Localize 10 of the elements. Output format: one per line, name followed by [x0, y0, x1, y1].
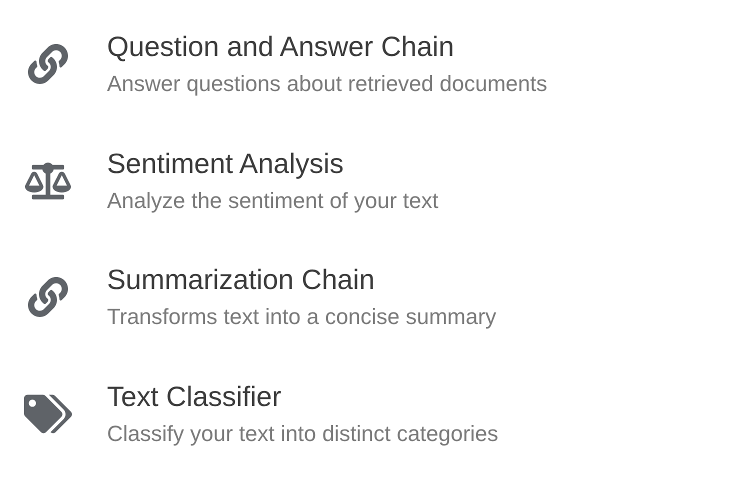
- item-description: Analyze the sentiment of your text: [107, 186, 438, 215]
- item-description: Classify your text into distinct categories: [107, 420, 498, 448]
- item-title[interactable]: Question and Answer Chain: [107, 30, 548, 64]
- item-description: Answer questions about retrieved documents: [107, 70, 548, 98]
- chain-link-icon: [28, 277, 68, 318]
- item-title[interactable]: Sentiment Analysis: [107, 146, 438, 181]
- item-title[interactable]: Summarization Chain: [107, 263, 496, 298]
- item-description: Transforms text into a concise summary: [107, 303, 496, 332]
- item-title[interactable]: Text Classifier: [107, 380, 498, 414]
- chain-link-icon: [28, 44, 68, 84]
